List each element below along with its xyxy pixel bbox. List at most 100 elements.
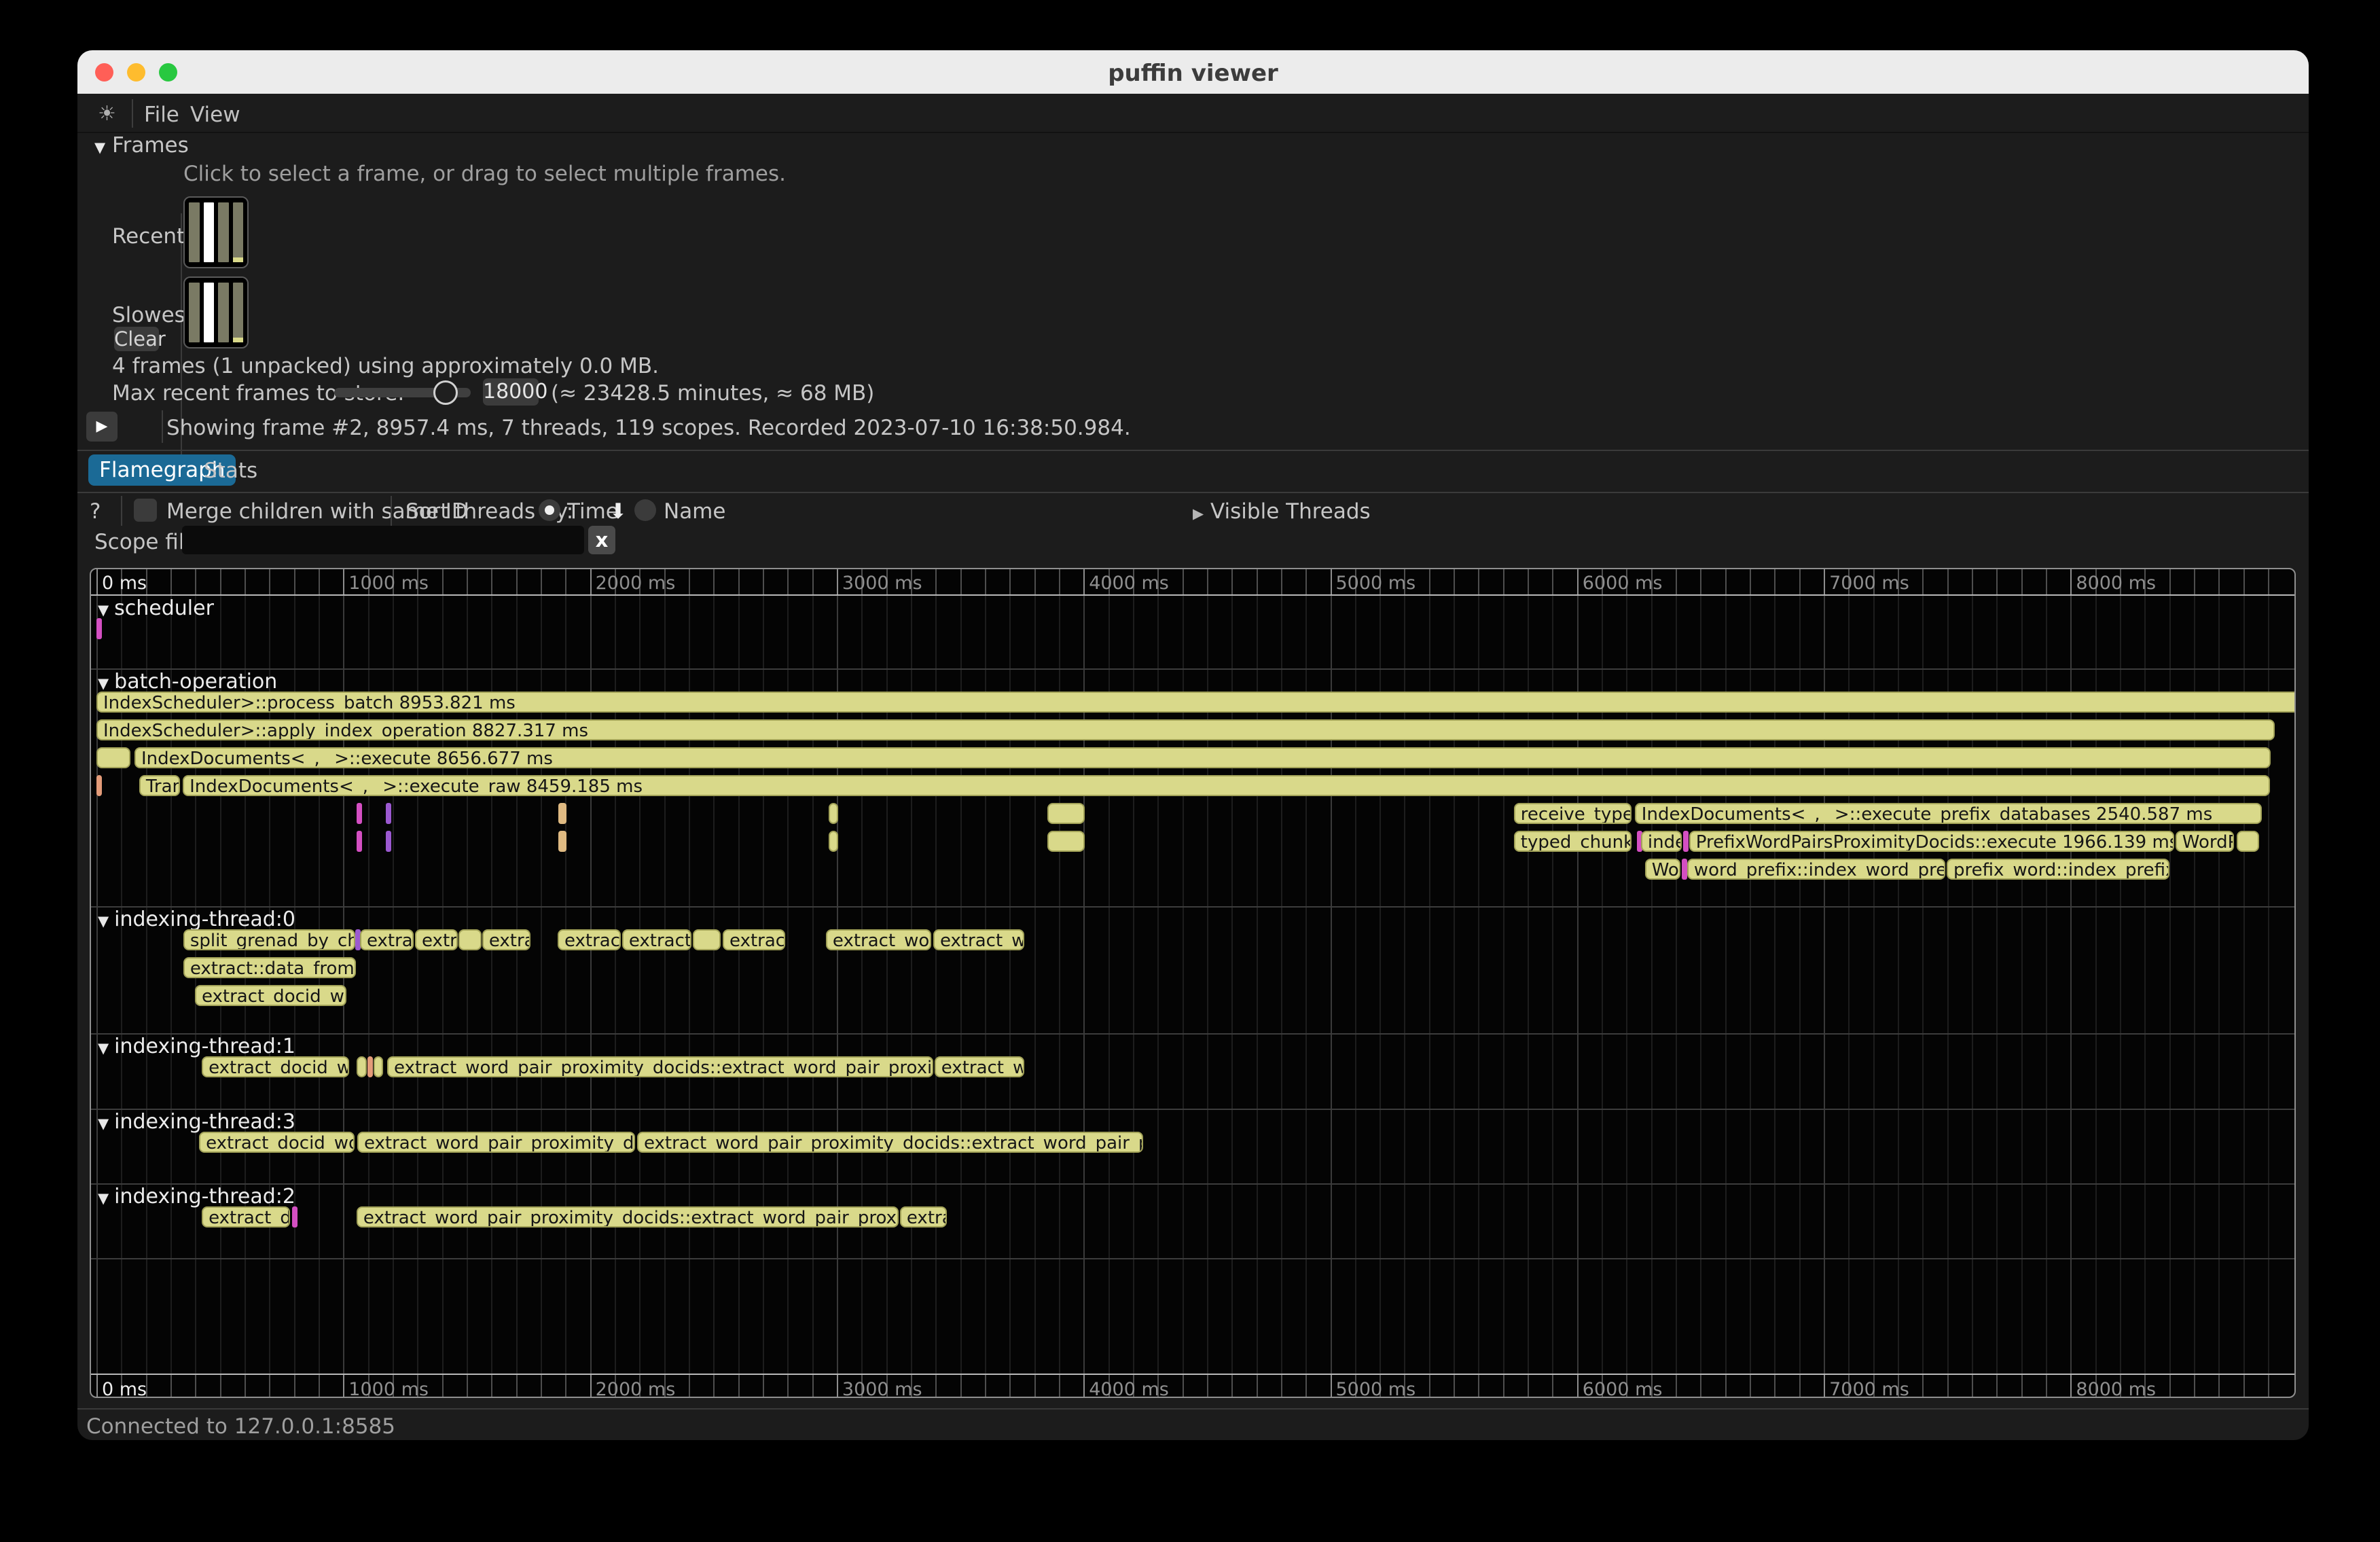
recent-frames-thumbnail[interactable] xyxy=(183,196,249,268)
sort-time-radio[interactable] xyxy=(539,499,560,521)
slider-knob[interactable] xyxy=(433,380,458,405)
scope-bar[interactable]: Word xyxy=(1645,859,1680,880)
visible-threads-toggle[interactable]: ▶ Visible Threads xyxy=(1193,499,1371,524)
scope-bar[interactable]: extract::data_from_ob xyxy=(183,957,356,978)
scope-bar[interactable] xyxy=(829,803,838,824)
scope-bar[interactable]: IndexDocuments<_, _>::execute_prefix_dat… xyxy=(1635,803,2262,824)
ruler-tick xyxy=(1059,1374,1060,1397)
tab-stats[interactable]: Stats xyxy=(204,459,257,483)
thread-label[interactable]: ▼indexing-thread:2 xyxy=(98,1185,295,1208)
scope-bar[interactable] xyxy=(2237,831,2259,852)
scope-bar[interactable]: extract_wo xyxy=(935,1056,1024,1077)
timeline-panel[interactable]: 0 ms0 ms1000 ms1000 ms2000 ms2000 ms3000… xyxy=(90,568,2296,1398)
help-button[interactable]: ? xyxy=(90,499,101,524)
ruler-tick xyxy=(1183,1374,1184,1397)
thread-label[interactable]: ▼indexing-thread:3 xyxy=(98,1110,295,1134)
scope-bar[interactable]: extract_doc xyxy=(202,1206,290,1227)
scope-bar[interactable] xyxy=(96,775,102,796)
scope-bar[interactable] xyxy=(1682,859,1687,880)
thread-label[interactable]: ▼scheduler xyxy=(98,596,214,620)
thread-label[interactable]: ▼batch-operation xyxy=(98,670,277,694)
ruler-label: 6000 ms xyxy=(1583,573,1663,594)
slowest-frames-thumbnail[interactable] xyxy=(183,276,249,348)
menu-file[interactable]: File xyxy=(144,103,179,127)
scope-bar[interactable] xyxy=(558,831,566,852)
scope-bar[interactable]: extrac xyxy=(482,929,530,950)
scope-bar[interactable]: typed_chunk::w xyxy=(1514,831,1631,852)
play-button[interactable]: ▶ xyxy=(86,412,118,442)
scope-bar[interactable]: prefix_word::index_prefix_wo xyxy=(1947,859,2169,880)
scope-bar[interactable]: extract_word xyxy=(826,929,931,950)
scope-bar[interactable]: Trans xyxy=(139,775,180,796)
thread-label[interactable]: ▼indexing-thread:1 xyxy=(98,1035,295,1058)
scope-bar[interactable] xyxy=(558,803,566,824)
frame-bar[interactable] xyxy=(189,283,200,342)
scope-bar[interactable]: extract_word_pair_proximity_docids xyxy=(357,1132,635,1153)
scope-bar[interactable] xyxy=(458,929,482,950)
ruler-tick xyxy=(2268,569,2269,594)
frame-bar[interactable] xyxy=(218,202,229,262)
scope-bar[interactable]: extract_word_pair_proximity_docids::extr… xyxy=(387,1056,933,1077)
sort-name-radio[interactable] xyxy=(634,499,656,521)
theme-toggle-icon[interactable]: ☀ xyxy=(98,102,116,126)
scope-bar[interactable]: split_grenad_by_chun xyxy=(183,929,355,950)
scope-bar[interactable]: extract_wo xyxy=(933,929,1024,950)
scope-bar[interactable]: extract xyxy=(360,929,414,950)
scope-bar[interactable] xyxy=(357,1056,367,1077)
frame-bar[interactable] xyxy=(233,202,244,262)
scope-bar[interactable] xyxy=(1047,803,1085,824)
scope-bar[interactable]: IndexScheduler>::process_batch 8953.821 … xyxy=(96,692,2296,713)
scope-bar[interactable] xyxy=(292,1206,298,1227)
frame-bar[interactable] xyxy=(233,283,244,342)
scope-bar[interactable]: receive_typed_ xyxy=(1514,803,1631,824)
ruler-tick xyxy=(1231,569,1233,594)
scope-bar[interactable] xyxy=(1047,831,1085,852)
scope-bar[interactable] xyxy=(693,929,721,950)
frames-header[interactable]: ▼ Frames xyxy=(94,133,189,158)
scope-bar[interactable]: WordPr xyxy=(2176,831,2234,852)
sort-name-label[interactable]: Name xyxy=(664,499,725,524)
frame-bar[interactable] xyxy=(189,202,200,262)
scope-bar[interactable] xyxy=(96,618,102,639)
frame-bar[interactable] xyxy=(218,283,229,342)
scope-bar[interactable]: extract_ xyxy=(558,929,621,950)
thread-label[interactable]: ▼indexing-thread:0 xyxy=(98,908,295,931)
scope-bar[interactable]: extra xyxy=(415,929,458,950)
scope-bar[interactable]: extract_word_pair_proximity_docids::extr… xyxy=(357,1206,899,1227)
ruler-tick xyxy=(1257,1374,1258,1397)
scope-bar[interactable]: extract_docid_word xyxy=(195,985,346,1006)
ruler-tick xyxy=(1799,569,1801,594)
scope-bar[interactable]: extract_word_pair_proximity_docids::extr… xyxy=(637,1132,1143,1153)
scope-bar[interactable]: extract_docid_word xyxy=(202,1056,349,1077)
scope-bar[interactable]: extract xyxy=(723,929,785,950)
scope-bar[interactable] xyxy=(357,831,362,852)
scope-bar[interactable]: index xyxy=(1641,831,1682,852)
frame-bar-selected[interactable] xyxy=(204,202,215,262)
scope-bar[interactable] xyxy=(829,831,838,852)
scope-bar[interactable]: IndexScheduler>::apply_index_operation 8… xyxy=(96,719,2275,740)
scope-bar[interactable]: IndexDocuments<_, _>::execute 8656.677 m… xyxy=(134,747,2271,768)
scope-bar[interactable]: extract_docid_word xyxy=(199,1132,355,1153)
scope-bar[interactable] xyxy=(357,803,362,824)
max-frames-value[interactable]: 18000 xyxy=(483,378,539,406)
merge-children-checkbox[interactable] xyxy=(134,499,157,522)
scope-bar[interactable] xyxy=(374,1056,383,1077)
frame-bar-selected[interactable] xyxy=(204,283,215,342)
clear-button[interactable]: Clear xyxy=(114,327,159,351)
scope-bar[interactable]: word_prefix::index_word_prefix xyxy=(1687,859,1945,880)
clear-filter-button[interactable]: x xyxy=(588,526,615,554)
menu-view[interactable]: View xyxy=(190,103,240,127)
scope-filter-input[interactable] xyxy=(182,526,584,554)
scope-bar[interactable] xyxy=(367,1056,373,1077)
scope-bar[interactable]: extract_w xyxy=(622,929,691,950)
scope-bar[interactable]: IndexDocuments<_, _>::execute_raw 8459.1… xyxy=(183,775,2270,796)
scope-bar[interactable]: PrefixWordPairsProximityDocids::execute … xyxy=(1689,831,2174,852)
scope-bar[interactable] xyxy=(96,747,130,768)
sort-direction-arrow-icon[interactable]: ⬇ xyxy=(609,499,627,524)
scope-bar[interactable] xyxy=(386,803,391,824)
scope-bar[interactable] xyxy=(1683,831,1689,852)
scope-bar[interactable]: extrac xyxy=(900,1206,947,1227)
ruler-tick xyxy=(1503,569,1504,594)
scope-bar[interactable] xyxy=(386,831,391,852)
ruler-tick xyxy=(1700,569,1701,594)
